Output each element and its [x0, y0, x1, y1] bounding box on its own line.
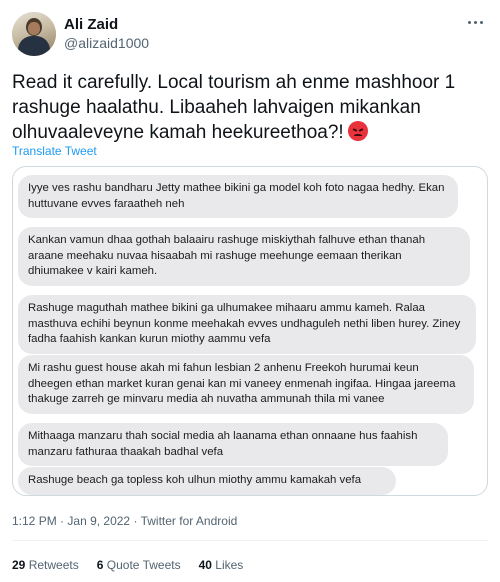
retweets-stat[interactable]: 29 Retweets [12, 558, 79, 572]
avatar[interactable] [12, 12, 56, 56]
message-bubble: Mi rashu guest house akah mi fahun lesbi… [18, 355, 474, 414]
message-bubble: Mithaaga manzaru thah social media ah la… [18, 423, 448, 466]
retweets-count: 29 [12, 558, 26, 572]
likes-count: 40 [198, 558, 212, 572]
likes-label: Likes [215, 558, 244, 572]
quotes-label: Quote Tweets [106, 558, 181, 572]
tweet-stats: 29 Retweets 6 Quote Tweets 40 Likes [12, 558, 243, 572]
quote-tweets-stat[interactable]: 6 Quote Tweets [97, 558, 181, 572]
tweet-meta: 1:12 PM · Jan 9, 2022 · Twitter for Andr… [12, 514, 237, 528]
author-handle[interactable]: @alizaid1000 [64, 35, 149, 51]
tweet-body: Read it carefully. Local tourism ah enme… [12, 72, 456, 143]
tweet-header: Ali Zaid @alizaid1000 [12, 12, 488, 58]
divider [12, 540, 488, 541]
quotes-count: 6 [96, 558, 104, 572]
meta-separator: · [133, 514, 138, 528]
translate-tweet-link[interactable]: Translate Tweet [12, 144, 97, 158]
message-bubble: Kankan vamun dhaa gothah balaairu rashug… [18, 227, 470, 286]
pouting-face-emoji-icon [347, 121, 368, 141]
message-bubble: Iyye ves rashu bandharu Jetty mathee bik… [18, 175, 458, 218]
meta-separator: · [60, 514, 65, 528]
tweet-date[interactable]: Jan 9, 2022 [67, 514, 130, 528]
likes-stat[interactable]: 40 Likes [199, 558, 244, 572]
author-name[interactable]: Ali Zaid [64, 16, 118, 33]
message-bubble: Rashuge beach ga topless koh ulhun mioth… [18, 467, 396, 495]
tweet-text: Read it carefully. Local tourism ah enme… [12, 70, 482, 145]
more-options-icon[interactable] [464, 12, 486, 32]
message-bubble: Rashuge maguthah mathee bikini ga ulhuma… [18, 295, 476, 354]
retweets-label: Retweets [28, 558, 79, 572]
attached-image[interactable]: Iyye ves rashu bandharu Jetty mathee bik… [12, 166, 488, 496]
tweet-time[interactable]: 1:12 PM [12, 514, 57, 528]
tweet-source: Twitter for Android [140, 514, 238, 528]
